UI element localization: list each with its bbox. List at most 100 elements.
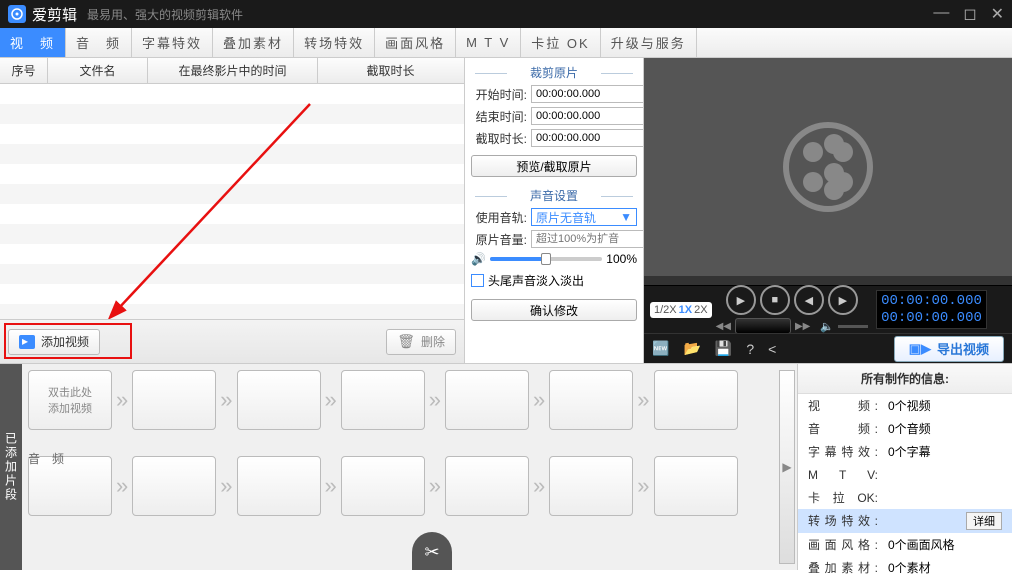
col-seq: 序号 xyxy=(0,58,48,83)
mute-icon[interactable]: 🔈 xyxy=(820,320,834,333)
prev-frame-button[interactable]: ◀ xyxy=(794,285,824,315)
volume-slider[interactable] xyxy=(490,257,602,261)
add-video-icon xyxy=(19,335,35,349)
tab-video[interactable]: 视 频 xyxy=(0,28,66,57)
info-panel-title: 所有制作的信息: xyxy=(798,364,1012,394)
new-icon[interactable]: 🆕 xyxy=(652,340,669,357)
clip-hint-2: 添加视频 xyxy=(48,400,92,416)
audio-track-label: 使用音轨: xyxy=(471,209,527,226)
end-time-input[interactable] xyxy=(531,107,644,125)
info-label: 视 频: xyxy=(808,397,878,414)
audio-slot-2[interactable] xyxy=(132,456,216,516)
stop-button[interactable]: ■ xyxy=(760,285,790,315)
col-cutlen: 截取时长 xyxy=(318,58,463,83)
info-label: 叠加素材: xyxy=(808,559,878,576)
info-row: 视 频:0个视频 xyxy=(798,394,1012,417)
chevron-right-icon: » xyxy=(637,473,649,499)
timeline-tab-label[interactable]: 已添加片段 xyxy=(0,364,22,570)
next-frame-button[interactable]: ▶ xyxy=(828,285,858,315)
info-row[interactable]: 转场特效: 详细 xyxy=(798,509,1012,533)
tab-karaoke[interactable]: 卡拉 OK xyxy=(521,28,600,57)
export-icon: ▣▶ xyxy=(909,341,931,357)
speed-selector: 1/2X 1X 2X xyxy=(650,302,712,318)
clip-slot-6[interactable] xyxy=(549,370,633,430)
info-value: 0个画面风格 xyxy=(888,536,955,553)
help-icon[interactable]: ? xyxy=(746,341,754,357)
add-video-button[interactable]: 添加视频 xyxy=(8,329,100,355)
start-time-input[interactable] xyxy=(531,85,644,103)
title-bar: 爱剪辑 最易用、强大的视频剪辑软件 — ◻ ✕ xyxy=(0,0,1012,28)
tab-overlay[interactable]: 叠加素材 xyxy=(213,28,294,57)
timecode-display: 00:00:00.000 00:00:00.000 xyxy=(876,290,987,330)
info-label: 画面风格: xyxy=(808,536,878,553)
chevron-right-icon: » xyxy=(220,473,232,499)
video-table-body[interactable] xyxy=(0,84,464,319)
app-name: 爱剪辑 xyxy=(32,4,77,25)
tab-subtitle[interactable]: 字幕特效 xyxy=(132,28,213,57)
tab-mtv[interactable]: M T V xyxy=(456,28,521,57)
save-icon[interactable]: 💾 xyxy=(715,340,732,357)
main-tabs: 视 频 音 频 字幕特效 叠加素材 转场特效 画面风格 M T V 卡拉 OK … xyxy=(0,28,1012,58)
speed-half[interactable]: 1/2X xyxy=(654,304,677,316)
clip-slot-7[interactable] xyxy=(654,370,738,430)
timecode-b: 00:00:00.000 xyxy=(881,310,982,327)
tab-audio[interactable]: 音 频 xyxy=(66,28,132,57)
tab-upgrade[interactable]: 升级与服务 xyxy=(601,28,697,57)
info-row: 字幕特效:0个字幕 xyxy=(798,440,1012,463)
close-button[interactable]: ✕ xyxy=(991,4,1004,24)
clip-slot-5[interactable] xyxy=(445,370,529,430)
fade-checkbox[interactable] xyxy=(471,274,484,287)
cut-len-input[interactable] xyxy=(531,129,644,147)
jog-wheel[interactable] xyxy=(735,318,791,334)
chevron-right-icon: » xyxy=(533,387,545,413)
tab-style[interactable]: 画面风格 xyxy=(375,28,456,57)
tab-transition[interactable]: 转场特效 xyxy=(294,28,375,57)
export-video-button[interactable]: ▣▶ 导出视频 xyxy=(894,336,1004,362)
preview-cut-button[interactable]: 预览/截取原片 xyxy=(471,155,637,177)
delete-button[interactable]: 🗑 删除 xyxy=(386,329,456,355)
film-reel-icon xyxy=(783,122,873,212)
confirm-button[interactable]: 确认修改 xyxy=(471,299,637,321)
open-icon[interactable]: 📂 xyxy=(683,340,700,357)
skip-fwd-button[interactable]: ▶▶ xyxy=(795,321,810,332)
speed-2x[interactable]: 2X xyxy=(694,304,707,316)
chevron-right-icon: » xyxy=(325,473,337,499)
detail-button[interactable]: 详细 xyxy=(966,512,1002,530)
fade-label: 头尾声音淡入淡出 xyxy=(488,272,584,289)
clip-slot-4[interactable] xyxy=(341,370,425,430)
preview-vol-slider[interactable] xyxy=(838,325,868,328)
clip-slot-2[interactable] xyxy=(132,370,216,430)
preview-seek-bar[interactable] xyxy=(644,276,1012,285)
minimize-button[interactable]: — xyxy=(933,4,949,24)
audio-slot-7[interactable] xyxy=(654,456,738,516)
volume-label: 原片音量: xyxy=(471,231,527,248)
trash-icon: 🗑 xyxy=(397,333,415,350)
info-value: 0个素材 xyxy=(888,559,931,576)
play-button[interactable]: ▶ xyxy=(726,285,756,315)
audio-slot-4[interactable] xyxy=(341,456,425,516)
clip-slot-1[interactable]: 双击此处 添加视频 xyxy=(28,370,112,430)
app-logo-icon xyxy=(8,5,26,23)
maximize-button[interactable]: ◻ xyxy=(963,4,976,24)
start-time-label: 开始时间: xyxy=(471,86,527,103)
cut-len-label: 截取时长: xyxy=(471,130,527,147)
speed-1x[interactable]: 1X xyxy=(679,304,692,316)
chevron-right-icon: » xyxy=(429,387,441,413)
info-label: 音 频: xyxy=(808,420,878,437)
info-row: 叠加素材: 0个素材 xyxy=(798,556,1012,579)
audio-slot-3[interactable] xyxy=(237,456,321,516)
audio-track-select[interactable]: 原片无音轨 ▼ xyxy=(531,208,637,226)
clip-slot-3[interactable] xyxy=(237,370,321,430)
audio-slot-6[interactable] xyxy=(549,456,633,516)
info-label: 转场特效: xyxy=(808,512,878,530)
scissors-button[interactable]: ✂ xyxy=(412,532,452,570)
share-icon[interactable]: < xyxy=(768,341,776,357)
audio-track-value: 原片无音轨 xyxy=(536,209,596,226)
timeline-scroll-right[interactable]: ▶ xyxy=(779,370,795,564)
chevron-right-icon: » xyxy=(325,387,337,413)
volume-hint-input[interactable] xyxy=(531,230,644,248)
skip-back-button[interactable]: ◀◀ xyxy=(716,321,731,332)
audio-slot-5[interactable] xyxy=(445,456,529,516)
preview-area[interactable] xyxy=(644,58,1012,276)
delete-label: 删除 xyxy=(421,333,445,350)
